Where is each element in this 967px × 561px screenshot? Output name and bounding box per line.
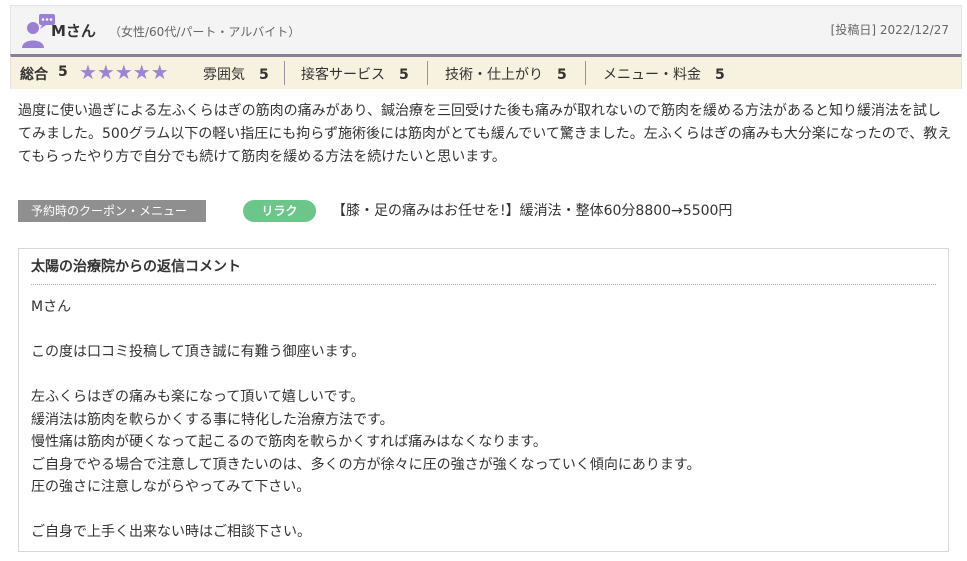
rating-score: 5	[399, 67, 409, 83]
reply-line: 圧の強さに注意しながらやってみて下さい。	[31, 479, 311, 495]
reply-line	[31, 499, 936, 522]
rating-label: 接客サービス	[301, 67, 385, 83]
coupon-menu-link[interactable]: 【膝・足の痛みはお任せを!】緩消法・整体60分8800→5500円	[332, 200, 732, 222]
reply-line: この度は口コミ投稿して頂き誠に有難う御座います。	[31, 344, 366, 360]
rating-divider	[427, 61, 428, 85]
rating-label: メニュー・料金	[603, 67, 701, 83]
rating-score: 5	[259, 67, 269, 83]
overall-rating-label: 総合	[20, 67, 48, 83]
reply-comment-box: 太陽の治療院からの返信コメント Mさん この度は口コミ投稿して頂き誠に有難う御座…	[18, 248, 949, 552]
review-text: 過度に使い過ぎによる左ふくらはぎの筋肉の痛みがあり、鍼治療を三回受けた後も痛みが…	[18, 103, 952, 165]
rating-label: 技術・仕上がり	[445, 67, 543, 83]
rating-divider	[585, 61, 586, 85]
star-rating-icon: ★★★★★	[79, 60, 169, 84]
coupon-label: 予約時のクーポン・メニュー	[18, 200, 206, 222]
reply-line: ご自身で上手く出来ない時はご相談下さい。	[31, 524, 311, 540]
reply-line: 慢性痛は筋肉が硬くなって起こるので筋肉を軟らかくすれば痛みはなくなります。	[31, 434, 547, 450]
rating-score: 5	[557, 67, 567, 83]
rating-bar: 総合 5 ★★★★★ 雰囲気 5 接客サービス 5 技術・仕上がり 5 メニュー・料金…	[10, 54, 962, 89]
reply-divider	[31, 284, 936, 285]
reviewer-meta: （女性/60代/パート・アルバイト）	[109, 25, 301, 39]
reply-line: Mさん	[31, 299, 72, 315]
reply-line: 緩消法は筋肉を軟らかくする事に特化した治療方法です。	[31, 411, 394, 428]
rating-score: 5	[715, 67, 725, 83]
rating-technique: 技術・仕上がり 5	[445, 64, 567, 84]
rating-service: 接客サービス 5	[301, 64, 409, 84]
rating-menu-price: メニュー・料金 5	[603, 64, 725, 84]
rating-atmosphere: 雰囲気 5	[203, 64, 269, 84]
reply-body: Mさん この度は口コミ投稿して頂き誠に有難う御座います。 左ふくらはぎの痛みも楽…	[31, 296, 936, 544]
post-date: [投稿日] 2022/12/27	[830, 23, 949, 37]
coupon-category-tag: リラク	[243, 200, 316, 222]
reply-line	[31, 319, 936, 342]
reviewer-name: Mさん	[51, 22, 96, 40]
reply-title: 太陽の治療院からの返信コメント	[31, 259, 241, 275]
rating-label: 雰囲気	[203, 67, 245, 83]
reply-line: 左ふくらはぎの痛みも楽になって頂いて嬉しいです。	[31, 389, 365, 405]
overall-rating-score: 5	[58, 64, 68, 80]
reply-line	[31, 364, 936, 387]
reply-line: ご自身でやる場合で注意して頂きたいのは、多くの方が徐々に圧の強さが強くなっていく…	[31, 456, 701, 473]
rating-divider	[284, 61, 285, 85]
review-header: Mさん （女性/60代/パート・アルバイト） [投稿日] 2022/12/27	[10, 5, 962, 54]
